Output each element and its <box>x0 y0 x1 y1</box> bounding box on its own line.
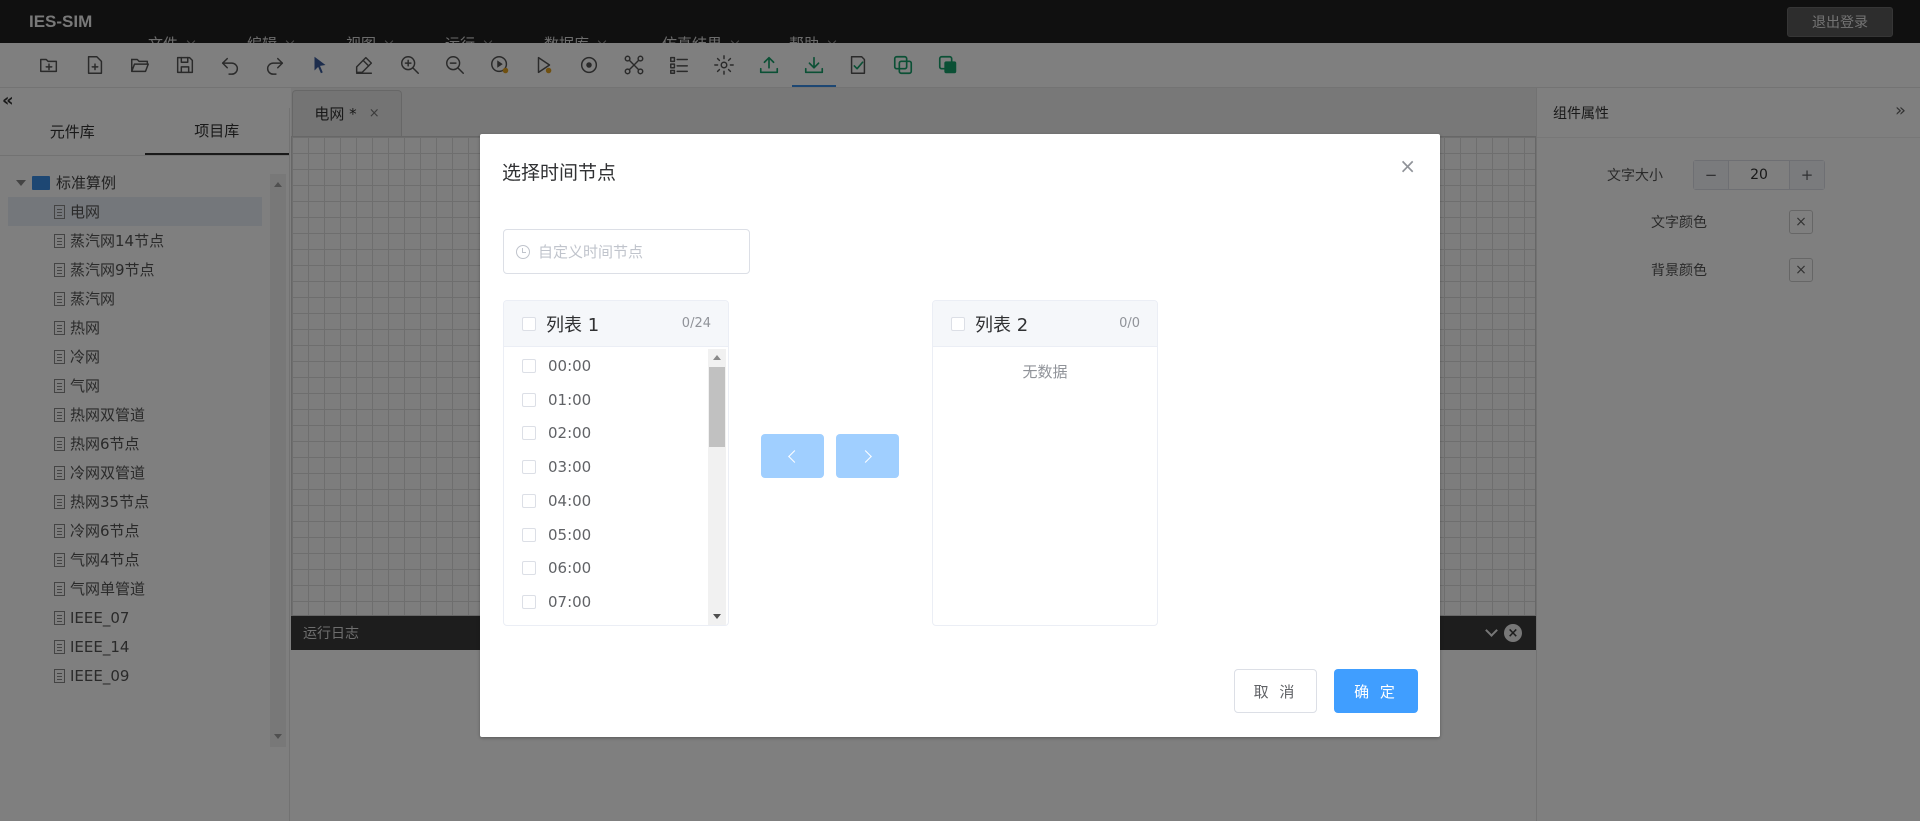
confirm-button[interactable]: 确 定 <box>1334 669 1418 713</box>
list-item[interactable]: 03:00 <box>522 458 591 476</box>
target-list-count: 0/0 <box>1119 316 1140 331</box>
list-item-label: 07:00 <box>548 592 592 611</box>
target-list-body: 无数据 <box>933 347 1157 625</box>
list-item[interactable]: 04:00 <box>522 492 591 510</box>
select-time-dialog: 选择时间节点 × 自定义时间节点 列表 1 0/24 00:00 01:00 02:… <box>480 134 1440 737</box>
chevron-right-icon <box>859 449 872 463</box>
list-item-label: 03:00 <box>548 458 592 477</box>
item-checkbox[interactable] <box>522 426 536 441</box>
list-item[interactable]: 01:00 <box>522 391 591 409</box>
target-list-header: 列表 2 0/0 <box>933 301 1157 347</box>
list-item-label: 02:00 <box>548 424 592 443</box>
list-item-label: 05:00 <box>548 525 592 544</box>
list-item-label: 01:00 <box>548 390 592 409</box>
item-checkbox[interactable] <box>522 392 536 407</box>
custom-time-input[interactable]: 自定义时间节点 <box>503 229 750 274</box>
close-icon[interactable]: × <box>1399 154 1416 178</box>
chevron-left-icon <box>788 449 801 463</box>
select-all-checkbox[interactable] <box>951 316 965 331</box>
item-checkbox[interactable] <box>522 359 536 373</box>
item-checkbox[interactable] <box>522 594 536 609</box>
item-checkbox[interactable] <box>522 460 536 475</box>
scrollbar-thumb[interactable] <box>709 367 725 447</box>
scroll-down-icon <box>713 614 721 619</box>
list-item[interactable]: 00:00 <box>522 357 591 375</box>
source-list-header: 列表 1 0/24 <box>504 301 728 347</box>
transfer-list-source: 列表 1 0/24 00:00 01:00 02:00 03:00 04:00 05:00… <box>503 300 729 626</box>
clock-icon <box>516 244 530 259</box>
dialog-title: 选择时间节点 <box>502 162 617 184</box>
source-list-body: 00:00 01:00 02:00 03:00 04:00 05:00 06:00 07:00 <box>504 347 728 625</box>
cancel-button[interactable]: 取 消 <box>1234 669 1317 713</box>
move-right-button[interactable] <box>836 434 899 478</box>
source-list-title: 列表 1 <box>546 314 600 336</box>
source-list-count: 0/24 <box>681 316 711 331</box>
time-input-placeholder: 自定义时间节点 <box>538 243 644 261</box>
move-left-button[interactable] <box>761 434 824 478</box>
item-checkbox[interactable] <box>522 527 536 542</box>
list-scrollbar[interactable] <box>708 349 726 625</box>
target-list-title: 列表 2 <box>975 314 1029 336</box>
list-item-label: 04:00 <box>548 491 592 510</box>
item-checkbox[interactable] <box>522 561 536 576</box>
list-item-label: 00:00 <box>548 357 592 375</box>
list-item[interactable]: 02:00 <box>522 424 591 442</box>
list-item[interactable]: 06:00 <box>522 559 591 577</box>
empty-text: 无数据 <box>1022 363 1068 381</box>
list-item-label: 06:00 <box>548 559 592 578</box>
select-all-checkbox[interactable] <box>522 316 536 331</box>
list-item[interactable]: 07:00 <box>522 593 591 611</box>
scroll-up-icon <box>713 355 721 360</box>
item-checkbox[interactable] <box>522 493 536 508</box>
transfer-list-target: 列表 2 0/0 无数据 <box>932 300 1158 626</box>
list-item[interactable]: 05:00 <box>522 526 591 544</box>
